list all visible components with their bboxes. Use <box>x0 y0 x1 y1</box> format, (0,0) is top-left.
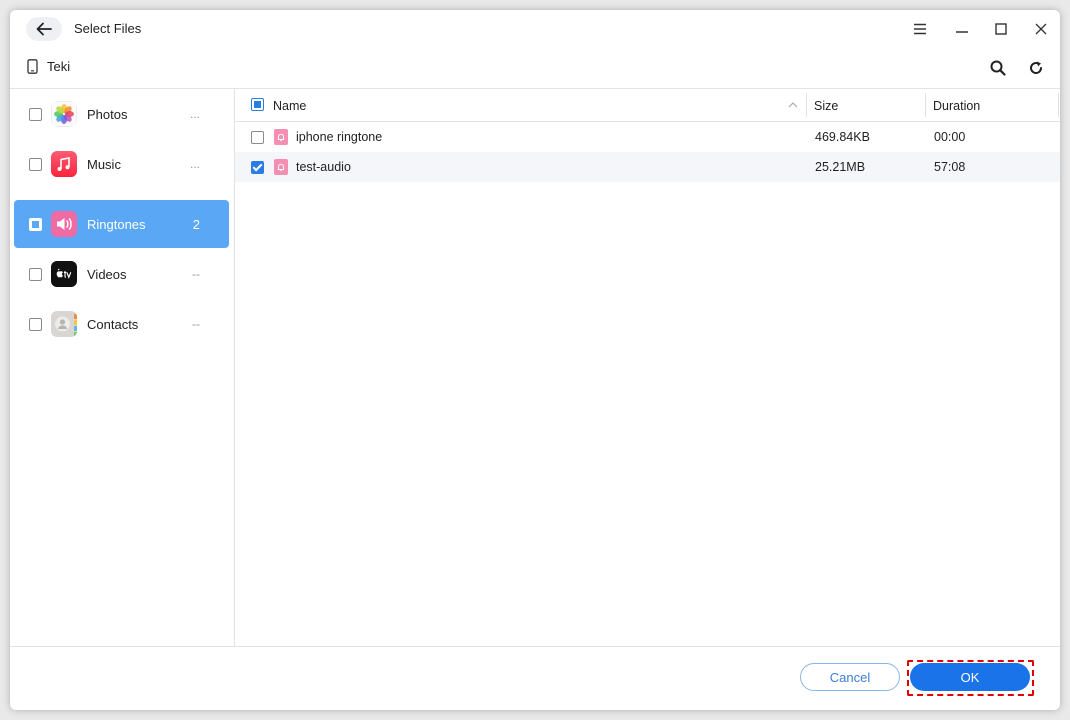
column-header-name[interactable]: Name <box>273 99 306 113</box>
ringtones-checkbox[interactable] <box>29 218 42 231</box>
phone-icon <box>27 59 38 74</box>
category-sidebar: Photos ... Music ... Ringtones 2 Videos … <box>10 88 234 646</box>
sidebar-item-count: -- <box>192 267 200 281</box>
window-title: Select Files <box>74 21 142 36</box>
hamburger-menu-icon <box>914 23 926 35</box>
device-name: Teki <box>47 59 71 74</box>
back-button[interactable] <box>26 17 62 41</box>
sidebar-item-ringtones[interactable]: Ringtones 2 <box>14 200 229 248</box>
music-app-icon <box>51 151 77 177</box>
column-separator[interactable] <box>1058 93 1059 117</box>
file-duration: 57:08 <box>934 160 966 174</box>
sidebar-item-label: Ringtones <box>87 217 146 232</box>
title-bar: Select Files <box>10 10 1060 46</box>
ok-button[interactable]: OK <box>910 663 1030 691</box>
refresh-icon <box>1030 61 1043 74</box>
column-header-duration[interactable]: Duration <box>933 99 980 113</box>
column-header-size[interactable]: Size <box>814 99 838 113</box>
contacts-checkbox[interactable] <box>29 318 42 331</box>
sidebar-item-label: Photos <box>87 107 128 122</box>
select-all-checkbox[interactable] <box>251 98 264 111</box>
sidebar-item-label: Contacts <box>87 317 139 332</box>
row-checkbox[interactable] <box>251 161 264 174</box>
search-icon <box>990 60 1006 76</box>
close-icon <box>1035 23 1047 35</box>
maximize-button[interactable] <box>990 18 1012 40</box>
minimize-icon <box>956 31 968 33</box>
column-separator[interactable] <box>806 93 807 117</box>
minimize-button[interactable] <box>951 18 973 40</box>
table-row[interactable]: iphone ringtone 469.84KB 00:00 <box>235 122 1060 152</box>
sidebar-item-label: Music <box>87 157 121 172</box>
select-files-window: Select Files Teki Photos ... Music ... R… <box>10 10 1060 710</box>
row-checkbox[interactable] <box>251 131 264 144</box>
contacts-app-icon <box>51 311 77 337</box>
table-row[interactable]: test-audio 25.21MB 57:08 <box>235 152 1060 182</box>
music-checkbox[interactable] <box>29 158 42 171</box>
sidebar-item-count: ... <box>189 157 200 171</box>
bell-file-icon <box>274 129 288 145</box>
file-size: 25.21MB <box>815 160 866 174</box>
sidebar-item-count: ... <box>189 107 200 121</box>
sort-up-icon[interactable] <box>788 101 798 109</box>
file-name: iphone ringtone <box>296 130 383 144</box>
refresh-button[interactable] <box>1024 56 1048 80</box>
file-duration: 00:00 <box>934 130 966 144</box>
photos-checkbox[interactable] <box>29 108 42 121</box>
sidebar-item-label: Videos <box>87 267 127 282</box>
close-button[interactable] <box>1030 18 1052 40</box>
bell-file-icon <box>274 159 288 175</box>
table-header: Name Size Duration <box>235 88 1060 122</box>
sidebar-item-photos[interactable]: Photos ... <box>14 90 229 138</box>
footer-divider <box>10 646 1060 647</box>
sidebar-item-count: 2 <box>192 217 200 232</box>
sidebar-item-videos[interactable]: Videos -- <box>14 250 229 298</box>
sidebar-item-music[interactable]: Music ... <box>14 140 229 188</box>
sidebar-item-contacts[interactable]: Contacts -- <box>14 300 229 348</box>
maximize-icon <box>995 23 1007 35</box>
file-name: test-audio <box>296 160 351 174</box>
menu-button[interactable] <box>909 18 931 40</box>
videos-checkbox[interactable] <box>29 268 42 281</box>
tv-app-icon <box>51 261 77 287</box>
search-button[interactable] <box>986 56 1010 80</box>
device-bar: Teki <box>10 50 1060 86</box>
arrow-left-icon <box>36 22 52 36</box>
file-size: 469.84KB <box>815 130 870 144</box>
column-separator[interactable] <box>925 93 926 117</box>
cancel-button[interactable]: Cancel <box>800 663 900 691</box>
photos-app-icon <box>51 101 77 127</box>
ringtones-app-icon <box>51 211 77 237</box>
sidebar-item-count: -- <box>192 317 200 331</box>
